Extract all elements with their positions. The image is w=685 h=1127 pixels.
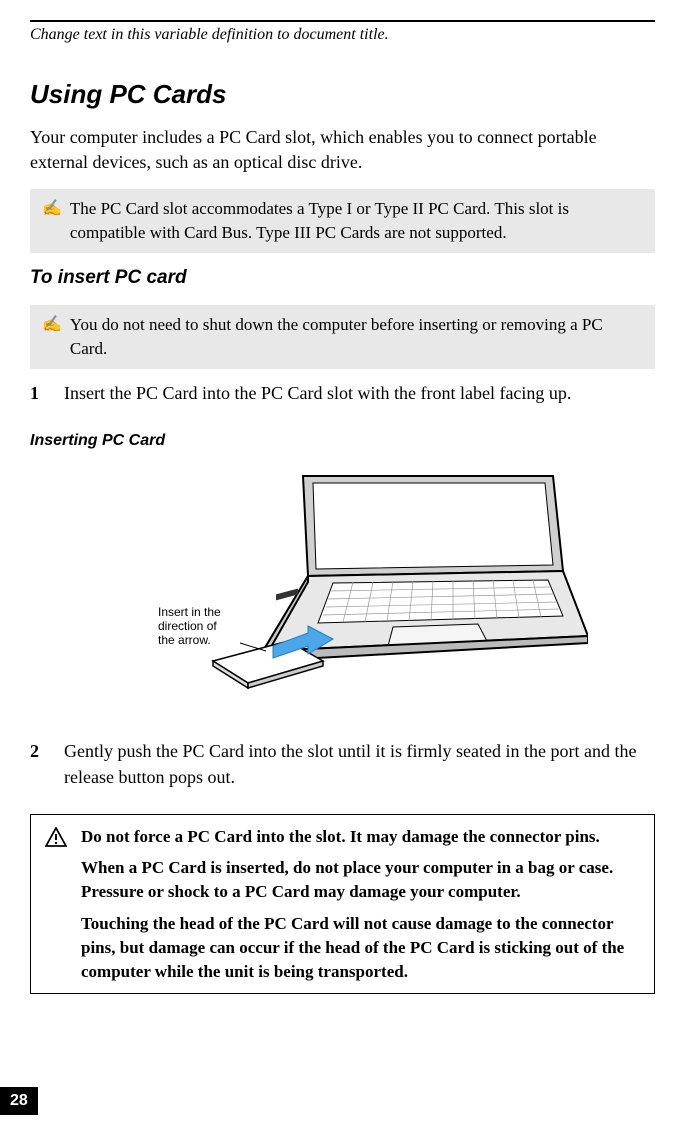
figure-annotation-text: Insert in the direction of the arrow. [158,605,224,647]
note-box-2: ✍ You do not need to shut down the compu… [30,305,655,369]
section-heading: Using PC Cards [30,76,655,112]
intro-paragraph: Your computer includes a PC Card slot, w… [30,125,655,175]
step-number: 1 [30,381,44,406]
step-1: 1 Insert the PC Card into the PC Card sl… [30,381,655,406]
warning-triangle-icon [45,827,67,854]
caution-p3: Touching the head of the PC Card will no… [81,912,640,983]
pencil-note-icon: ✍ [42,198,62,220]
note-text-2: You do not need to shut down the compute… [70,313,643,361]
caution-p2: When a PC Card is inserted, do not place… [81,856,640,904]
laptop-figure: Insert in the direction of the arrow. [30,471,655,708]
note-text-1: The PC Card slot accommodates a Type I o… [70,197,643,245]
step-text: Insert the PC Card into the PC Card slot… [64,381,571,406]
subsection-heading: To insert PC card [30,265,655,292]
caution-text: Do not force a PC Card into the slot. It… [81,825,640,984]
step-text: Gently push the PC Card into the slot un… [64,739,655,789]
pencil-note-icon: ✍ [42,314,62,336]
page-number: 28 [0,1087,38,1115]
note-box-1: ✍ The PC Card slot accommodates a Type I… [30,189,655,253]
step-2: 2 Gently push the PC Card into the slot … [30,739,655,789]
caution-p1: Do not force a PC Card into the slot. It… [81,825,640,849]
step-number: 2 [30,739,44,789]
header-variable-title: Change text in this variable definition … [30,24,655,46]
caution-box: Do not force a PC Card into the slot. It… [30,814,655,995]
figure-caption: Inserting PC Card [30,430,655,452]
